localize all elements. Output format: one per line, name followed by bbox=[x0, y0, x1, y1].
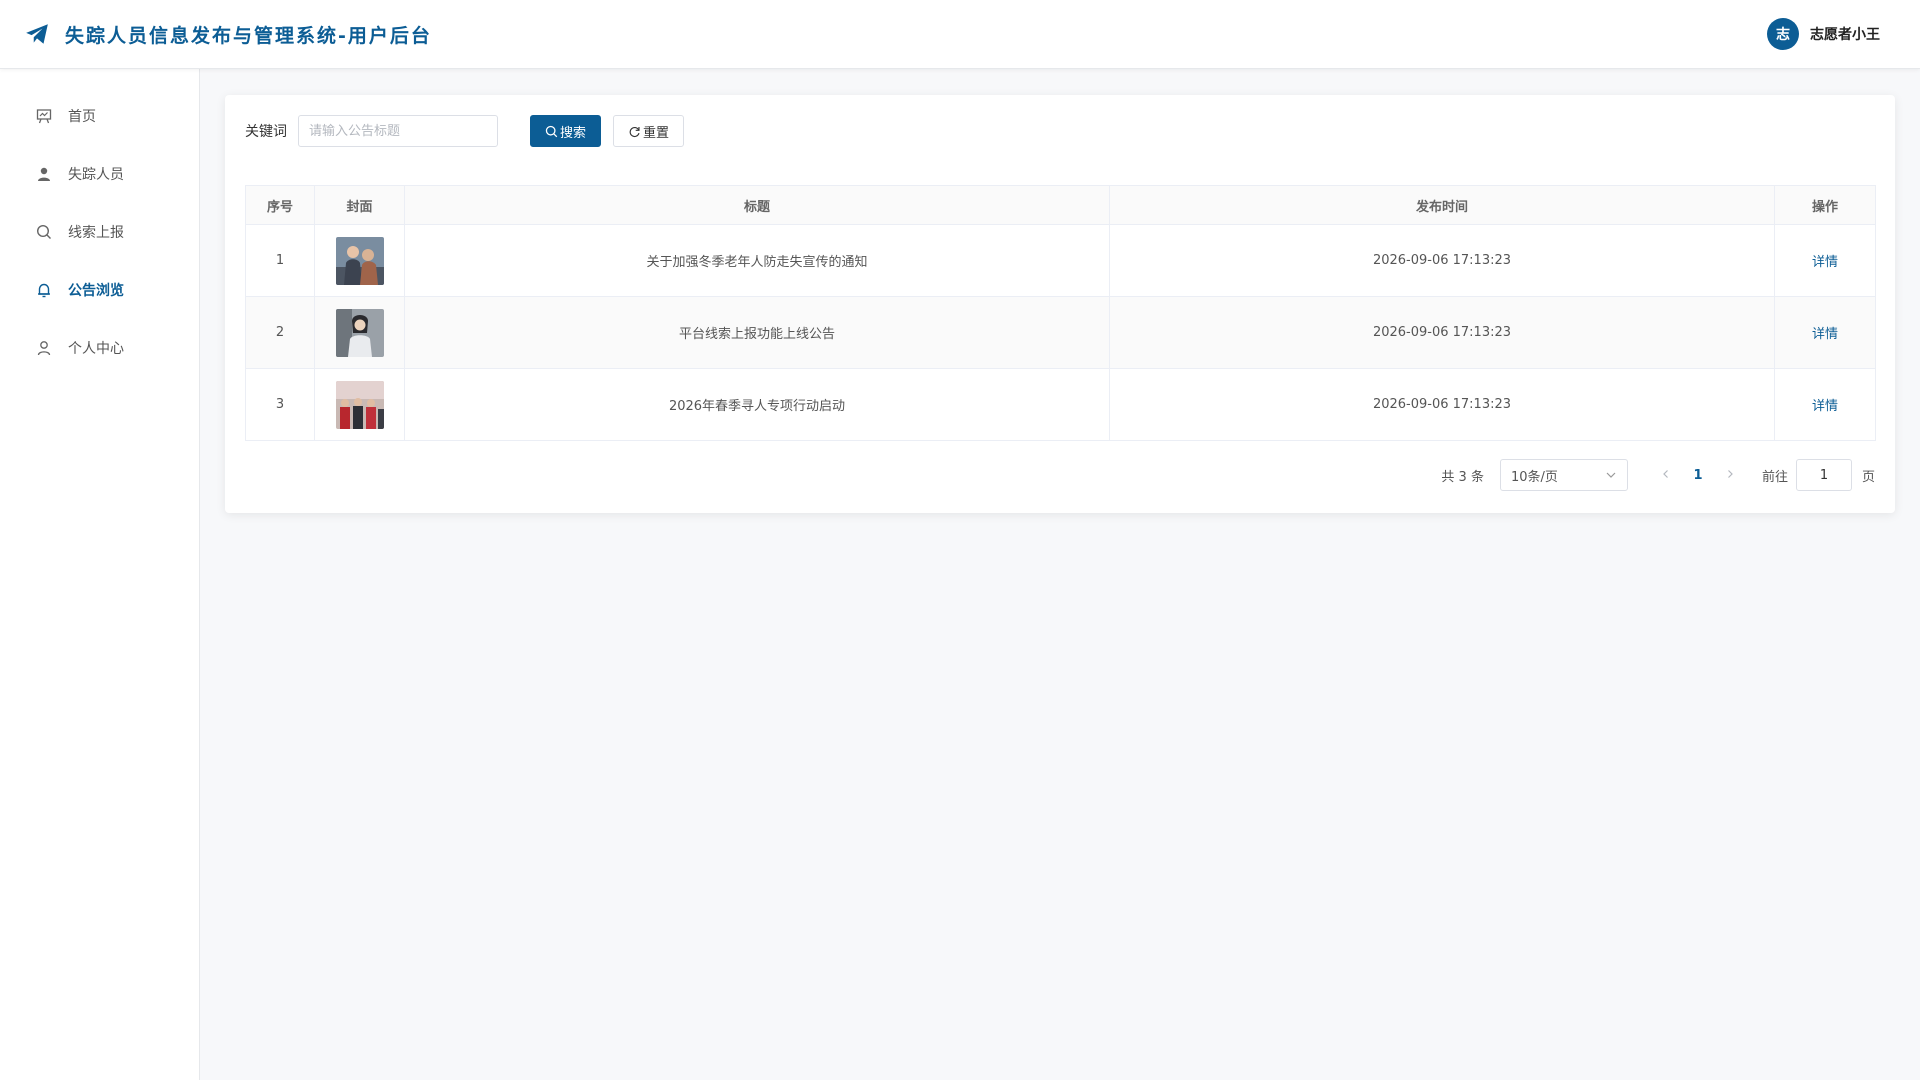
user-menu[interactable]: 志 志愿者小王 bbox=[1767, 18, 1880, 50]
goto-page-input[interactable] bbox=[1795, 459, 1852, 491]
column-header-action: 操作 bbox=[1774, 185, 1876, 225]
total-count: 共 3 条 bbox=[1441, 469, 1484, 485]
brand: 失踪人员信息发布与管理系统-用户后台 bbox=[24, 21, 432, 48]
sidebar-item-label: 失踪人员 bbox=[68, 167, 124, 183]
sidebar-item-label: 公告浏览 bbox=[68, 283, 124, 299]
sidebar-item-personal-center[interactable]: 个人中心 bbox=[0, 319, 199, 377]
table-row: 3 2026年春季寻人专项行动启动 2026-09-06 17:13:23 详情 bbox=[245, 368, 1876, 441]
sidebar-item-label: 线索上报 bbox=[68, 225, 124, 241]
announcement-panel: 关键词 搜索 重置 序号 封面 标题 发布时间 操作 1 bbox=[225, 95, 1895, 513]
user-outline-icon bbox=[35, 339, 53, 357]
page-number-current[interactable]: 1 bbox=[1680, 468, 1716, 483]
cover-thumbnail[interactable] bbox=[335, 308, 384, 357]
cover-thumbnail[interactable] bbox=[335, 236, 384, 285]
table-header-row: 序号 封面 标题 发布时间 操作 bbox=[245, 185, 1876, 225]
action-cell: 详情 bbox=[1774, 296, 1876, 369]
announcement-table: 序号 封面 标题 发布时间 操作 1 关于加强冬季老年人防走失宣传的通知 202… bbox=[245, 185, 1876, 441]
sidebar-item-announcements[interactable]: 公告浏览 bbox=[0, 261, 199, 319]
chevron-down-icon bbox=[1606, 472, 1616, 478]
search-input[interactable] bbox=[298, 115, 498, 147]
row-title: 关于加强冬季老年人防走失宣传的通知 bbox=[404, 224, 1110, 297]
goto-label: 前往 bbox=[1761, 469, 1788, 485]
column-header-index: 序号 bbox=[245, 185, 315, 225]
cover-cell bbox=[314, 224, 405, 297]
top-header: 失踪人员信息发布与管理系统-用户后台 志 志愿者小王 bbox=[0, 0, 1920, 69]
row-index: 2 bbox=[245, 296, 315, 369]
avatar[interactable]: 志 bbox=[1767, 18, 1799, 50]
search-icon bbox=[545, 125, 558, 137]
cover-cell bbox=[314, 368, 405, 441]
search-button[interactable]: 搜索 bbox=[530, 115, 602, 147]
sidebar-item-label: 个人中心 bbox=[68, 341, 124, 357]
column-header-time: 发布时间 bbox=[1109, 185, 1775, 225]
chevron-right-icon bbox=[1728, 469, 1733, 478]
action-cell: 详情 bbox=[1774, 224, 1876, 297]
search-icon bbox=[35, 223, 53, 241]
paper-plane-icon bbox=[26, 24, 48, 44]
reset-button-label: 重置 bbox=[643, 125, 670, 141]
search-toolbar: 关键词 搜索 重置 bbox=[245, 115, 1875, 147]
detail-link[interactable]: 详情 bbox=[1812, 399, 1838, 414]
row-index: 1 bbox=[245, 224, 315, 297]
prev-page-button[interactable] bbox=[1652, 468, 1680, 483]
keyword-label: 关键词 bbox=[245, 124, 287, 140]
sidebar: 首页 失踪人员 线索上报 公告浏览 个人中心 bbox=[0, 69, 200, 1080]
chevron-left-icon bbox=[1663, 469, 1668, 478]
row-title: 平台线索上报功能上线公告 bbox=[404, 296, 1110, 369]
reset-button[interactable]: 重置 bbox=[613, 115, 685, 147]
next-page-button[interactable] bbox=[1716, 468, 1744, 483]
column-header-title: 标题 bbox=[404, 185, 1110, 225]
sidebar-item-missing-persons[interactable]: 失踪人员 bbox=[0, 145, 199, 203]
detail-link[interactable]: 详情 bbox=[1812, 327, 1838, 342]
row-index: 3 bbox=[245, 368, 315, 441]
cover-thumbnail[interactable] bbox=[335, 380, 384, 429]
row-time: 2026-09-06 17:13:23 bbox=[1109, 368, 1775, 441]
table-row: 1 关于加强冬季老年人防走失宣传的通知 2026-09-06 17:13:23 … bbox=[245, 224, 1876, 297]
page-unit-label: 页 bbox=[1861, 469, 1875, 485]
action-cell: 详情 bbox=[1774, 368, 1876, 441]
page-size-select[interactable]: 10条/页 bbox=[1499, 459, 1628, 491]
pagination: 共 3 条 10条/页 1 前往 页 bbox=[245, 459, 1875, 491]
row-time: 2026-09-06 17:13:23 bbox=[1109, 296, 1775, 369]
row-time: 2026-09-06 17:13:23 bbox=[1109, 224, 1775, 297]
sidebar-item-clue-report[interactable]: 线索上报 bbox=[0, 203, 199, 261]
table-row: 2 平台线索上报功能上线公告 2026-09-06 17:13:23 详情 bbox=[245, 296, 1876, 369]
row-title: 2026年春季寻人专项行动启动 bbox=[404, 368, 1110, 441]
presentation-board-icon bbox=[35, 107, 53, 125]
search-button-label: 搜索 bbox=[560, 125, 587, 141]
refresh-icon bbox=[629, 126, 640, 137]
person-icon bbox=[35, 165, 53, 183]
app-title: 失踪人员信息发布与管理系统-用户后台 bbox=[65, 24, 432, 47]
cover-cell bbox=[314, 296, 405, 369]
bell-icon bbox=[35, 281, 53, 299]
username[interactable]: 志愿者小王 bbox=[1810, 24, 1880, 44]
column-header-cover: 封面 bbox=[314, 185, 405, 225]
sidebar-item-label: 首页 bbox=[68, 109, 96, 125]
sidebar-item-home[interactable]: 首页 bbox=[0, 87, 199, 145]
detail-link[interactable]: 详情 bbox=[1812, 255, 1838, 270]
page-size-value: 10条/页 bbox=[1510, 469, 1558, 485]
